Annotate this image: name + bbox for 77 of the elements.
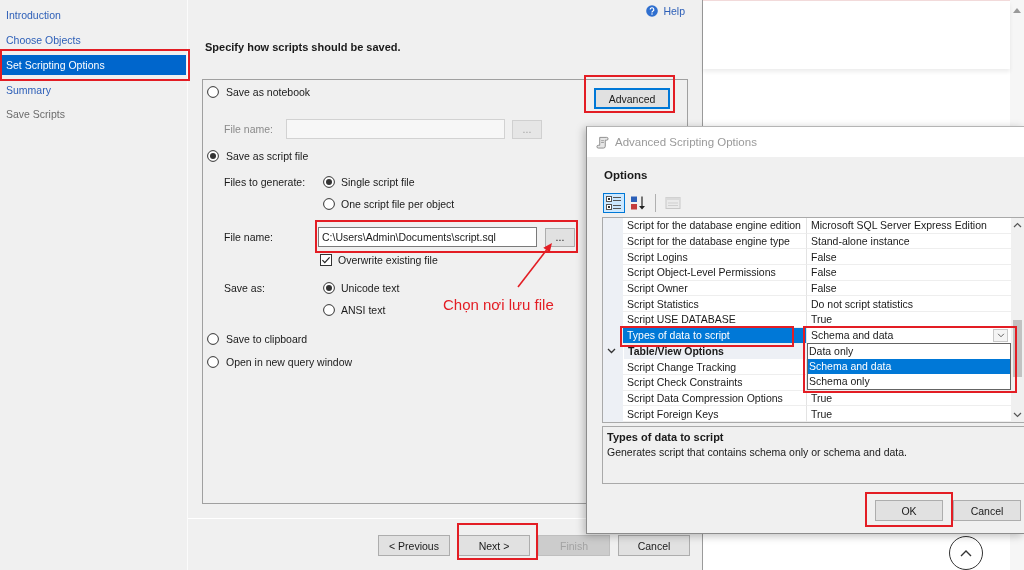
radio-label[interactable]: Save as script file [226, 150, 309, 162]
property-value: False [811, 250, 837, 263]
categorized-view-button[interactable] [603, 193, 625, 213]
dialog-title: Advanced Scripting Options [615, 136, 757, 148]
property-name[interactable]: Script Change Tracking [623, 359, 807, 375]
property-value: Stand-alone instance [811, 235, 910, 248]
help-icon [646, 5, 659, 17]
radio-label[interactable]: Save to clipboard [226, 333, 308, 345]
checkbox-label[interactable]: Overwrite existing file [338, 254, 438, 266]
scroll-icon [596, 135, 609, 149]
property-name[interactable]: Script Owner [623, 280, 807, 297]
radio-label[interactable]: ANSI text [341, 304, 386, 316]
sidebar-item[interactable]: Set Scripting Options [2, 54, 186, 75]
radio-label[interactable]: Single script file [341, 176, 415, 188]
scrollbar-thumb[interactable] [1013, 320, 1022, 377]
sort-icon [630, 196, 646, 210]
property-name[interactable]: Script Check Constraints [623, 374, 807, 391]
wizard-button[interactable]: Next > [458, 535, 530, 556]
dropdown-option[interactable]: Schema only [808, 373, 1010, 389]
section-title: Options [604, 168, 648, 182]
property-value: Do not script statistics [811, 297, 914, 310]
radio-label[interactable]: Unicode text [341, 282, 400, 294]
property-value: True [811, 407, 833, 420]
scrollbar[interactable] [1011, 218, 1024, 422]
description-title: Types of data to script [607, 431, 725, 444]
scroll-to-top-button[interactable] [949, 536, 983, 570]
dropdown-option[interactable]: Schema and data [808, 358, 1010, 374]
file-name-field[interactable]: C:\Users\Admin\Documents\script.sql [318, 227, 537, 247]
radio-button[interactable] [207, 333, 219, 345]
radio-button[interactable] [323, 282, 335, 294]
property-name[interactable]: Script USE DATABASE [623, 312, 807, 328]
chevron-down-icon[interactable] [607, 348, 616, 355]
radio-button[interactable] [207, 86, 219, 98]
sidebar-item[interactable]: Introduction [2, 5, 186, 26]
property-name[interactable]: Script Foreign Keys [623, 406, 807, 422]
radio-button[interactable] [323, 304, 335, 316]
radio-label[interactable]: Save as notebook [226, 86, 311, 98]
radio-button[interactable] [323, 198, 335, 210]
dialog-button[interactable]: Cancel [953, 500, 1021, 521]
property-value: False [811, 266, 837, 279]
setting-label: Files to generate: [224, 175, 307, 190]
radio-label[interactable]: Open in new query window [226, 356, 353, 368]
setting-label: Save as: [224, 281, 266, 296]
page-heading: Specify how scripts should be saved. [205, 40, 401, 54]
sidebar-item[interactable]: Summary [2, 79, 186, 100]
checkbox[interactable] [320, 254, 332, 266]
wizard-button[interactable]: Cancel [618, 535, 690, 556]
radio-label[interactable]: One script file per object [341, 198, 455, 210]
sidebar-item[interactable]: Choose Objects [2, 30, 186, 51]
property-pages-icon [665, 196, 681, 210]
description-text: Generates script that contains schema only or schema and data. [607, 446, 908, 459]
dialog-button[interactable]: OK [875, 500, 943, 521]
property-name[interactable]: Script Object-Level Permissions [623, 265, 807, 281]
radio-button[interactable] [323, 176, 335, 188]
radio-button[interactable] [207, 356, 219, 368]
browse-button[interactable]: ... [545, 227, 575, 247]
wizard-button[interactable]: < Previous [378, 535, 450, 556]
chevron-up-icon [960, 549, 972, 557]
property-name[interactable]: Script Data Compression Options [623, 390, 807, 407]
dropdown-button[interactable] [993, 328, 1008, 342]
property-value: True [811, 391, 833, 404]
dropdown-option[interactable]: Data only [808, 343, 1010, 359]
property-name[interactable]: Script Logins [623, 249, 807, 266]
property-value: True [811, 313, 833, 326]
property-name[interactable]: Script for the database engine edition [623, 218, 807, 234]
radio-button[interactable] [207, 150, 219, 162]
property-name[interactable]: Script for the database engine type [623, 233, 807, 250]
categorized-list-icon [606, 196, 622, 210]
chevron-down-icon [996, 332, 1005, 338]
field-label: File name: [224, 231, 275, 243]
field-label: File name: [224, 123, 275, 135]
annotation-text: Chọn nơi lưu file [443, 296, 554, 314]
property-value: Microsoft SQL Server Express Edition [811, 219, 987, 232]
advanced-button[interactable]: Advanced [594, 88, 670, 109]
property-name[interactable]: Script Statistics [623, 296, 807, 313]
help-link[interactable]: Help [646, 5, 685, 17]
property-value: False [811, 282, 837, 295]
